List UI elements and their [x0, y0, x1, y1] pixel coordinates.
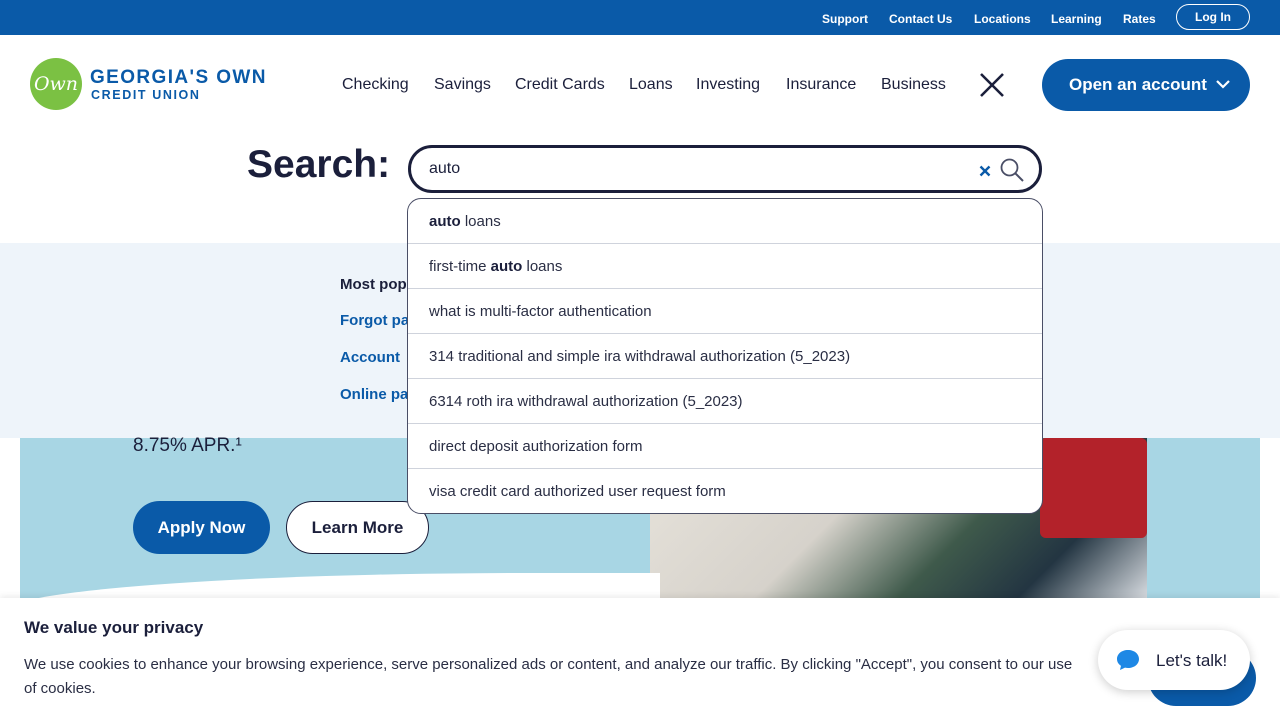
- suggestion-before: first-time: [429, 258, 491, 275]
- nav-item-loans[interactable]: Loans: [629, 76, 673, 94]
- search-label: Search:: [247, 143, 391, 186]
- nav-item-investing[interactable]: Investing: [696, 76, 760, 94]
- nav-item-savings[interactable]: Savings: [434, 76, 491, 94]
- logo-mark: Own: [30, 58, 82, 110]
- utility-link-contact-us[interactable]: Contact Us: [889, 12, 952, 26]
- nav-item-checking[interactable]: Checking: [342, 76, 409, 94]
- suggestion-text: 314 traditional and simple ira withdrawa…: [429, 348, 851, 365]
- chevron-down-icon: [1216, 80, 1230, 89]
- nav-item-insurance[interactable]: Insurance: [786, 76, 856, 94]
- suggestion-match: auto: [429, 213, 461, 230]
- suggestion-item[interactable]: what is multi-factor authentication: [408, 289, 1042, 334]
- clear-icon[interactable]: [979, 165, 991, 177]
- suggestion-item[interactable]: visa credit card authorized user request…: [408, 469, 1042, 513]
- utility-link-rates[interactable]: Rates: [1123, 12, 1156, 26]
- hero-wave: [20, 573, 660, 600]
- utility-link-locations[interactable]: Locations: [974, 12, 1031, 26]
- close-icon[interactable]: [978, 71, 1006, 99]
- suggestion-item[interactable]: auto loans: [408, 199, 1042, 244]
- suggestion-item[interactable]: first-time auto loans: [408, 244, 1042, 289]
- apply-now-button[interactable]: Apply Now: [133, 501, 270, 554]
- suggestion-item[interactable]: direct deposit authorization form: [408, 424, 1042, 469]
- search-box: [408, 145, 1042, 193]
- search-input[interactable]: [429, 157, 969, 181]
- chat-label: Let's talk!: [1156, 651, 1228, 670]
- cookie-banner: We value your privacy We use cookies to …: [0, 598, 1280, 720]
- suggestion-match: auto: [490, 258, 523, 275]
- suggestion-text: what is multi-factor authentication: [429, 303, 652, 320]
- utility-link-support[interactable]: Support: [822, 12, 868, 26]
- logo-name: GEORGIA'S OWN: [90, 67, 267, 88]
- suggestion-text: 6314 roth ira withdrawal authorization (…: [429, 393, 743, 410]
- popular-link[interactable]: Account: [340, 349, 400, 366]
- chat-icon: [1117, 650, 1139, 670]
- learn-more-button[interactable]: Learn More: [286, 501, 429, 554]
- suggestion-text: direct deposit authorization form: [429, 438, 643, 455]
- utility-link-learning[interactable]: Learning: [1051, 12, 1102, 26]
- nav-item-business[interactable]: Business: [881, 76, 946, 94]
- nav-item-credit-cards[interactable]: Credit Cards: [515, 76, 605, 94]
- popular-link[interactable]: Online pa: [340, 386, 408, 403]
- chat-bubble[interactable]: Let's talk!: [1098, 630, 1250, 690]
- popular-link[interactable]: Forgot pa: [340, 312, 409, 329]
- suggestion-item[interactable]: 6314 roth ira withdrawal authorization (…: [408, 379, 1042, 424]
- suggestion-text: visa credit card authorized user request…: [429, 483, 726, 500]
- search-suggestions: auto loans first-time auto loans what is…: [407, 198, 1043, 514]
- suggestion-after: loans: [460, 213, 501, 230]
- search-icon[interactable]: [999, 157, 1025, 183]
- suggestion-after: loans: [522, 258, 563, 275]
- login-button[interactable]: Log In: [1176, 4, 1250, 30]
- cookie-text: We use cookies to enhance your browsing …: [24, 656, 1073, 697]
- tool-bag-shape: [1040, 438, 1147, 538]
- suggestion-item[interactable]: 314 traditional and simple ira withdrawa…: [408, 334, 1042, 379]
- cookie-title: We value your privacy: [24, 618, 204, 637]
- logo-subtitle: CREDIT UNION: [91, 88, 201, 102]
- popular-title: Most pop: [340, 276, 407, 293]
- hero-apr-text: 8.75% APR.¹: [133, 435, 242, 456]
- utility-bar: Support Contact Us Locations Learning Ra…: [0, 0, 1280, 35]
- open-account-label: Open an account: [1069, 75, 1207, 94]
